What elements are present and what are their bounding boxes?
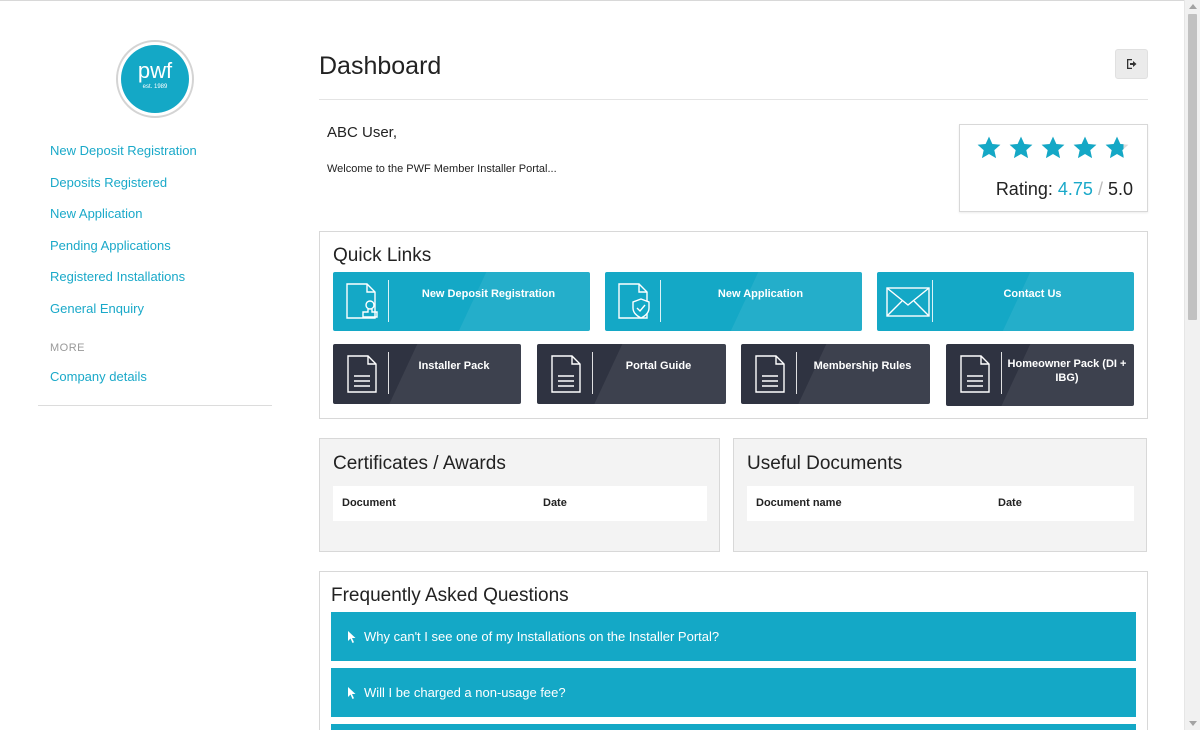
rating-stars — [976, 135, 1130, 161]
tile-label: Contact Us — [1003, 287, 1062, 300]
sidebar-item-pending-applications[interactable]: Pending Applications — [50, 235, 197, 267]
column-header-date[interactable]: Date — [998, 497, 1022, 509]
document-icon — [551, 355, 581, 393]
document-icon — [960, 355, 990, 393]
sidebar: pwf est. 1989 New Deposit Registration D… — [38, 0, 272, 406]
useful-documents-panel: Useful Documents Document name Date — [733, 438, 1147, 552]
quick-links-title: Quick Links — [333, 245, 432, 266]
pointer-icon — [348, 686, 356, 699]
quick-link-contact-us[interactable]: Contact Us — [877, 272, 1134, 331]
quick-links-panel: Quick Links New Deposit Registration New… — [319, 231, 1148, 419]
sidebar-nav: New Deposit Registration Deposits Regist… — [50, 140, 197, 330]
certificates-title: Certificates / Awards — [333, 453, 506, 474]
page-title: Dashboard — [319, 52, 442, 80]
user-greeting: ABC User, — [327, 124, 398, 141]
certificates-table-header: Document Date — [333, 486, 707, 521]
useful-documents-title: Useful Documents — [747, 453, 903, 474]
column-header-document-name[interactable]: Document name — [756, 497, 842, 509]
rating-separator: / — [1097, 179, 1103, 199]
quick-link-membership-rules[interactable]: Membership Rules — [741, 344, 930, 404]
useful-documents-table-header: Document name Date — [747, 486, 1134, 521]
star-icon — [1041, 136, 1065, 159]
tile-divider — [796, 352, 797, 394]
faq-item[interactable] — [331, 724, 1136, 730]
star-icon — [1073, 136, 1097, 159]
document-icon — [755, 355, 785, 393]
tile-divider — [388, 352, 389, 394]
sidebar-item-general-enquiry[interactable]: General Enquiry — [50, 298, 197, 330]
tile-label: Membership Rules — [813, 360, 912, 372]
tile-divider — [1001, 352, 1002, 394]
header-divider — [319, 99, 1148, 100]
rating-max: 5.0 — [1107, 179, 1133, 199]
pointer-icon — [348, 630, 356, 643]
faq-item[interactable]: Will I be charged a non-usage fee? — [331, 668, 1136, 717]
document-icon — [347, 355, 377, 393]
faq-title: Frequently Asked Questions — [331, 585, 569, 606]
sidebar-item-deposits-registered[interactable]: Deposits Registered — [50, 172, 197, 204]
sidebar-item-new-deposit-registration[interactable]: New Deposit Registration — [50, 140, 197, 172]
sidebar-item-company-details[interactable]: Company details — [50, 366, 147, 388]
certificates-panel: Certificates / Awards Document Date — [319, 438, 720, 552]
rating-value: 4.75 — [1057, 179, 1093, 199]
star-icon — [1009, 136, 1033, 159]
tile-label: New Application — [717, 287, 804, 300]
tile-label: Portal Guide — [625, 360, 692, 372]
logo-badge: pwf est. 1989 — [121, 45, 189, 113]
sidebar-item-new-application[interactable]: New Application — [50, 203, 197, 235]
document-stamp-icon — [346, 283, 378, 319]
column-header-date[interactable]: Date — [543, 497, 567, 509]
tile-label: New Deposit Registration — [421, 287, 556, 300]
welcome-message: Welcome to the PWF Member Installer Port… — [327, 163, 557, 175]
page-scrollbar[interactable] — [1184, 0, 1200, 730]
quick-link-new-application[interactable]: New Application — [605, 272, 862, 331]
rating-card: Rating: 4.75 / 5.0 — [959, 124, 1148, 212]
sign-out-icon — [1126, 59, 1136, 69]
quick-link-installer-pack[interactable]: Installer Pack — [333, 344, 521, 404]
column-header-document[interactable]: Document — [342, 497, 396, 509]
tile-divider — [388, 280, 389, 322]
star-icon — [977, 136, 1001, 159]
sidebar-item-registered-installations[interactable]: Registered Installations — [50, 266, 197, 298]
star-icon — [1105, 136, 1129, 159]
pwf-logo[interactable]: pwf est. 1989 — [116, 40, 194, 118]
tile-divider — [932, 280, 933, 322]
sidebar-more-heading: MORE — [50, 342, 85, 354]
logo-text: pwf — [137, 58, 173, 83]
logo-subtext: est. 1989 — [142, 84, 168, 90]
quick-link-portal-guide[interactable]: Portal Guide — [537, 344, 726, 404]
envelope-icon — [886, 287, 930, 317]
faq-panel: Frequently Asked Questions Why can't I s… — [319, 571, 1148, 730]
scroll-up-arrow-icon[interactable] — [1189, 4, 1197, 9]
quick-link-homeowner-pack[interactable]: Homeowner Pack (DI + IBG) — [946, 344, 1134, 406]
rating-summary: Rating: 4.75 / 5.0 — [996, 179, 1133, 200]
scrollbar-thumb[interactable] — [1188, 14, 1197, 320]
tile-label: Installer Pack — [418, 360, 490, 372]
logout-button[interactable] — [1115, 49, 1148, 79]
tile-label: Homeowner Pack (DI + IBG) — [1007, 358, 1127, 384]
faq-item[interactable]: Why can't I see one of my Installations … — [331, 612, 1136, 661]
rating-label: Rating: — [995, 179, 1053, 199]
tile-divider — [592, 352, 593, 394]
faq-question: Why can't I see one of my Installations … — [364, 629, 720, 644]
document-shield-icon — [618, 283, 650, 319]
tile-divider — [660, 280, 661, 322]
scroll-down-arrow-icon[interactable] — [1189, 721, 1197, 726]
quick-link-new-deposit-registration[interactable]: New Deposit Registration — [333, 272, 590, 331]
faq-question: Will I be charged a non-usage fee? — [364, 685, 566, 700]
